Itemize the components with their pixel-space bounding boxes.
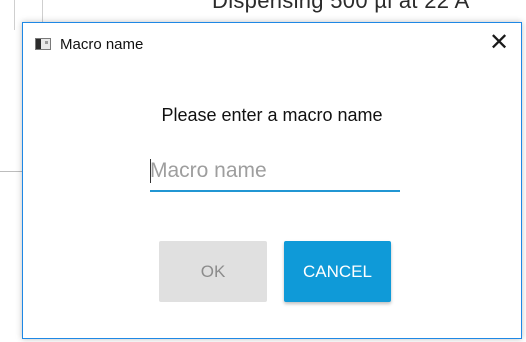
background-divider	[0, 171, 22, 172]
cancel-button[interactable]: CANCEL	[284, 241, 391, 302]
ok-button[interactable]: OK	[159, 241, 267, 302]
dialog-prompt: Please enter a macro name	[161, 105, 383, 125]
text-caret	[150, 159, 151, 183]
background-status-text: Dispensing 500 µl at 22 A	[212, 0, 470, 13]
dialog-title: Macro name	[60, 36, 144, 53]
dialog-titlebar[interactable]: Macro name ✕	[23, 23, 521, 67]
macro-name-input[interactable]	[150, 152, 400, 192]
macro-name-field	[150, 152, 400, 192]
background-divider	[14, 0, 15, 30]
macro-name-dialog: Macro name ✕ Please enter a macro name O…	[22, 22, 522, 339]
close-icon[interactable]: ✕	[485, 29, 513, 57]
app-window-icon	[35, 38, 51, 50]
